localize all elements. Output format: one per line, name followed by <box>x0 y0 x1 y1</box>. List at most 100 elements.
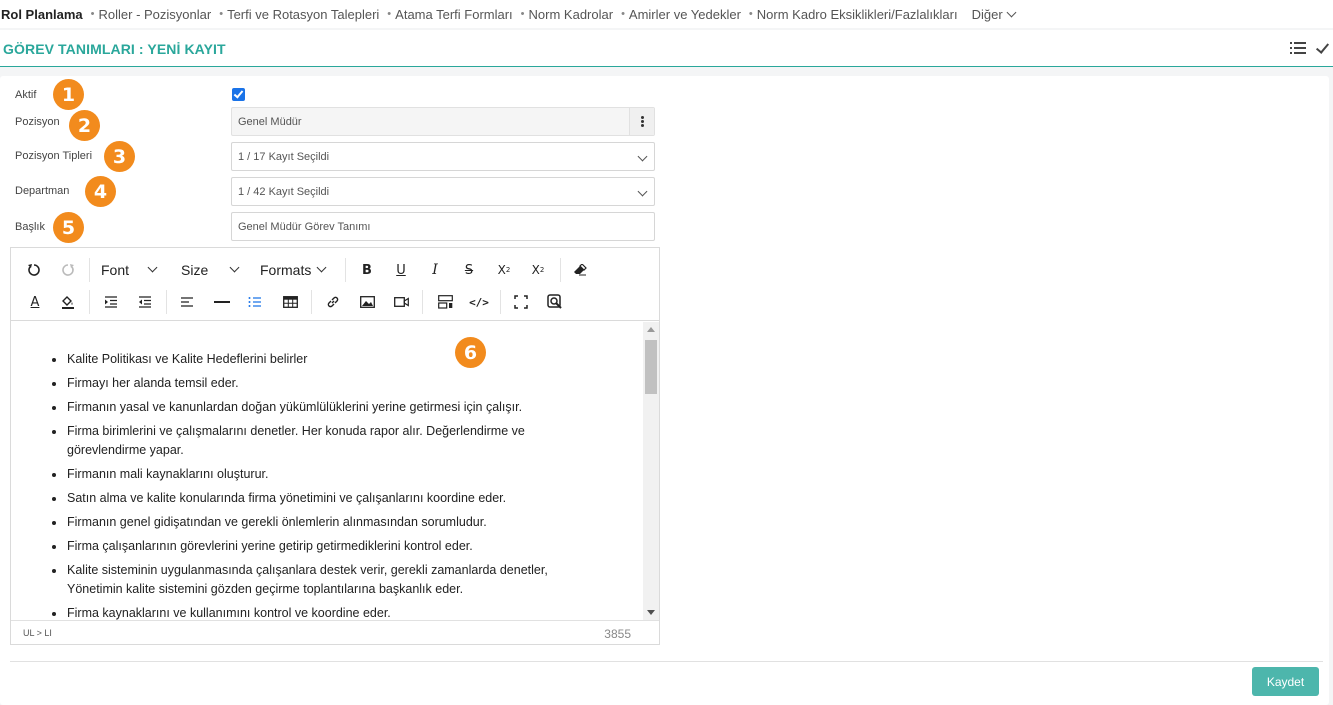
nav-separator: • <box>621 8 625 20</box>
toolbar-separator <box>311 290 312 314</box>
scroll-thumb[interactable] <box>645 340 657 394</box>
align-left-icon[interactable] <box>177 289 197 315</box>
nav-item-terfi-rotasyon[interactable]: Terfi ve Rotasyon Talepleri <box>227 7 379 22</box>
departman-label: Departman <box>15 185 70 197</box>
toolbar-separator <box>500 290 501 314</box>
nav-item-rol-planlama[interactable]: Rol Planlama <box>1 7 83 22</box>
list-item: Kalite Politikası ve Kalite Hedeflerini … <box>49 350 599 369</box>
outdent-icon[interactable] <box>135 289 155 315</box>
font-color-icon[interactable]: A <box>25 289 45 315</box>
nav-item-norm-kadro-eksiklikleri[interactable]: Norm Kadro Eksiklikleri/Fazlalıkları <box>757 7 958 22</box>
nav-separator: • <box>748 8 753 20</box>
title-bar: GÖREV TANIMLARI : YENİ KAYIT <box>0 30 1333 67</box>
aktif-label: Aktif <box>15 89 37 101</box>
toolbar-separator <box>422 290 423 314</box>
toolbar-separator <box>89 290 90 314</box>
eraser-icon[interactable] <box>569 257 591 283</box>
nav-item-roller-pozisyonlar[interactable]: Roller - Pozisyonlar <box>99 7 212 22</box>
pozisyon-label: Pozisyon <box>15 116 60 128</box>
chevron-down-icon <box>147 262 158 272</box>
pozisyon-value: Genel Müdür <box>238 115 302 128</box>
horizontal-rule-icon[interactable] <box>211 289 233 315</box>
highlight-color-icon[interactable] <box>58 289 78 315</box>
font-dropdown[interactable]: Font <box>101 257 169 283</box>
list-icon[interactable] <box>1290 41 1306 55</box>
list-item: Firmanın genel gidişatından ve gerekli ö… <box>49 513 599 532</box>
departman-select[interactable]: 1 / 42 Kayıt Seçildi <box>231 177 655 206</box>
list-item: Kalite sisteminin uygulanmasında çalışan… <box>49 561 599 599</box>
chevron-down-icon <box>637 186 648 197</box>
editor-statusbar: UL > LI 3855 <box>11 620 659 644</box>
nav-separator: • <box>520 8 525 20</box>
formats-dropdown-label: Formats <box>260 262 312 278</box>
bullet-list-icon[interactable] <box>245 289 265 315</box>
toolbar-separator <box>166 290 167 314</box>
undo-icon[interactable] <box>23 257 45 283</box>
bold-icon[interactable]: B <box>357 257 377 283</box>
strikethrough-icon[interactable]: S <box>459 257 479 283</box>
preview-icon[interactable] <box>544 289 566 315</box>
table-icon[interactable] <box>279 289 301 315</box>
pozisyon-tipleri-value: 1 / 17 Kayıt Seçildi <box>238 150 330 163</box>
nav-item-atama-terfi-formlari[interactable]: Atama Terfi Formları <box>395 7 513 22</box>
toolbar-separator <box>345 258 346 282</box>
callout-badge-6: 6 <box>455 337 486 368</box>
fullscreen-icon[interactable] <box>510 289 532 315</box>
rich-text-editor: Font Size Formats B U I S X2 X2 A </> Ka… <box>10 247 660 645</box>
list-item: Firma çalışanlarının görevlerini yerine … <box>49 537 599 556</box>
template-icon[interactable] <box>434 289 456 315</box>
more-vertical-icon <box>640 116 644 127</box>
nav-item-norm-kadrolar[interactable]: Norm Kadrolar <box>529 7 614 22</box>
video-icon[interactable] <box>391 289 411 315</box>
toolbar-separator <box>89 258 90 282</box>
image-icon[interactable] <box>357 289 377 315</box>
pozisyon-options-button[interactable] <box>629 108 654 135</box>
nav-item-diger-label: Diğer <box>971 6 1003 22</box>
aktif-checkbox[interactable] <box>232 88 245 101</box>
pozisyon-tipleri-select[interactable]: 1 / 17 Kayıt Seçildi <box>231 142 655 171</box>
character-count: 3855 <box>604 627 631 641</box>
nav-separator: • <box>219 8 224 20</box>
editor-toolbar: Font Size Formats B U I S X2 X2 A </> <box>11 248 659 321</box>
baslik-label: Başlık <box>15 221 45 233</box>
size-dropdown[interactable]: Size <box>181 257 245 283</box>
editor-content[interactable]: Kalite Politikası ve Kalite Hedeflerini … <box>11 322 643 620</box>
subscript-icon[interactable]: X2 <box>493 257 515 283</box>
underline-icon[interactable]: U <box>391 257 411 283</box>
list-item: Firmanın mali kaynaklarını oluşturur. <box>49 465 599 484</box>
baslik-input[interactable]: Genel Müdür Görev Tanımı <box>231 212 655 241</box>
chevron-down-icon <box>637 151 648 162</box>
page-title: GÖREV TANIMLARI : YENİ KAYIT <box>3 41 226 57</box>
link-icon[interactable] <box>323 289 343 315</box>
pozisyon-field[interactable]: Genel Müdür <box>231 107 655 136</box>
check-icon[interactable] <box>1315 41 1329 55</box>
redo-icon[interactable] <box>57 257 79 283</box>
formats-dropdown[interactable]: Formats <box>260 257 336 283</box>
list-item: Satın alma ve kalite konularında firma y… <box>49 489 599 508</box>
departman-value: 1 / 42 Kayıt Seçildi <box>238 185 330 198</box>
code-view-icon[interactable]: </> <box>468 289 490 315</box>
nav-separator: • <box>90 8 95 20</box>
nav-item-amirler-yedekler[interactable]: Amirler ve Yedekler <box>629 7 741 22</box>
chevron-down-icon <box>1006 7 1017 17</box>
callout-badge-5: 5 <box>53 212 84 243</box>
save-button[interactable]: Kaydet <box>1252 667 1319 696</box>
callout-badge-1: 1 <box>53 79 84 110</box>
nav-item-diger[interactable]: Diğer <box>971 6 1017 22</box>
scroll-down-arrow-icon[interactable] <box>647 610 655 615</box>
bullet-list: Kalite Politikası ve Kalite Hedeflerini … <box>49 350 599 620</box>
chevron-down-icon <box>316 262 327 272</box>
font-dropdown-label: Font <box>101 262 130 278</box>
list-item: Firma birimlerini ve çalışmalarını denet… <box>49 422 599 460</box>
top-navigation: Rol Planlama • Roller - Pozisyonlar • Te… <box>0 0 1333 28</box>
element-path: UL > LI <box>23 628 52 638</box>
chevron-down-icon <box>229 262 240 272</box>
superscript-icon[interactable]: X2 <box>527 257 549 283</box>
baslik-value: Genel Müdür Görev Tanımı <box>238 220 371 233</box>
indent-icon[interactable] <box>101 289 121 315</box>
editor-scrollbar[interactable] <box>643 322 659 620</box>
scroll-up-arrow-icon[interactable] <box>647 327 655 332</box>
title-actions <box>1290 41 1329 55</box>
italic-icon[interactable]: I <box>425 257 445 283</box>
callout-badge-3: 3 <box>104 141 135 172</box>
